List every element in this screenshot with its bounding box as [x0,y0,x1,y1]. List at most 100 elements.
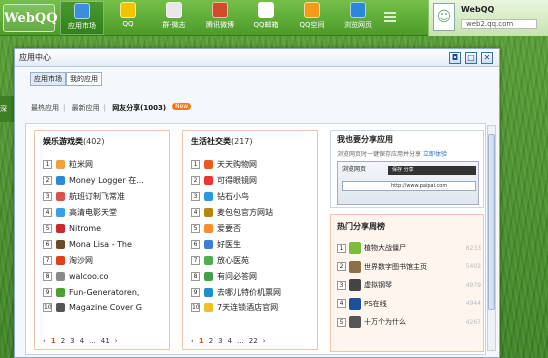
list-item[interactable]: 4 麦包包官方网站 [191,205,315,221]
app-name[interactable]: Mona Lisa - The [69,240,132,249]
list-item[interactable]: 4 高清电影天堂 [43,205,167,221]
app-name[interactable]: 放心医苑 [217,255,249,266]
vertical-scrollbar[interactable] [487,125,496,351]
list-item[interactable]: 1 天天购物网 [191,157,315,173]
app-name[interactable]: 可得眼镜网 [217,175,257,186]
app-name[interactable]: 虚拟钢琴 [364,280,459,290]
page-link[interactable]: 3 [218,337,222,345]
ranking-item[interactable]: 3 虚拟钢琴 4979 [337,276,481,295]
next-page-button[interactable]: › [263,337,266,345]
prev-page-button[interactable]: ‹ [191,337,194,345]
taskbar-item-0[interactable]: 应用市场 [60,1,104,35]
app-icon [350,2,366,18]
taskbar-item-4[interactable]: QQ邮箱 [244,1,288,35]
list-item[interactable]: 8 有问必答网 [191,268,315,284]
page-link[interactable]: 2 [61,337,65,345]
tab-app-market[interactable]: 应用市场 [30,72,66,86]
app-name[interactable]: 钻石小鸟 [217,191,249,202]
subtab-shared[interactable]: 网友分享(1003) [112,104,166,112]
taskbar-item-2[interactable]: 群·微志 [152,1,196,35]
ranking-item[interactable]: 2 世界数字图书馆主页 5402 [337,258,481,277]
list-item[interactable]: 5 爱要否 [191,221,315,237]
webqq-logo[interactable]: WebQQ [3,4,58,32]
app-name[interactable]: 植物大战僵尸 [364,243,459,253]
app-name[interactable]: walcoo.co [69,272,109,281]
app-name[interactable]: Magazine Cover G [69,303,142,312]
close-button[interactable]: ✕ [481,52,493,64]
app-name[interactable]: PS在线 [364,299,459,309]
app-name[interactable]: 爱要否 [217,223,241,234]
tab-my-apps[interactable]: 我的应用 [66,72,102,86]
list-item[interactable]: 6 好医生 [191,236,315,252]
restore-button[interactable]: ◘ [449,52,461,64]
page-link[interactable]: 1 [51,337,56,345]
app-name[interactable]: 世界数字图书馆主页 [364,262,459,272]
list-item[interactable]: 9 去哪儿特价机票网 [191,284,315,300]
rank-number: 10 [191,303,200,313]
app-name[interactable]: 高清电影天堂 [69,207,117,218]
list-item[interactable]: 10 Magazine Cover G [43,300,167,316]
taskbar-item-1[interactable]: QQ [106,1,150,35]
app-icon [349,260,361,273]
app-name[interactable]: 十万个为什么 [364,317,459,327]
page-link[interactable]: 1 [199,337,204,345]
maximize-button[interactable]: □ [465,52,477,64]
app-name[interactable]: 粒米网 [69,159,93,170]
list-item[interactable]: 2 可得眼镜网 [191,173,315,189]
list-item[interactable]: 10 7天连锁酒店官网 [191,300,315,316]
ranking-item[interactable]: 4 PS在线 4944 [337,295,481,314]
next-page-button[interactable]: › [115,337,118,345]
list-item[interactable]: 3 航班订制飞常准 [43,189,167,205]
panel-games: 娱乐游戏类(402) 1 粒米网 2 Money Logger 在... 3 航班订制飞常准… [34,130,170,350]
app-name[interactable]: 麦包包官方网站 [217,207,273,218]
try-now-link[interactable]: 立即体验 [423,151,447,158]
list-item[interactable]: 2 Money Logger 在... [43,173,167,189]
subtab-hot[interactable]: 最热应用 [31,104,59,112]
app-name[interactable]: Nitrome [69,224,101,233]
page-link[interactable]: 41 [101,337,110,345]
pager: ‹ 1 2 3 4... 22 › [191,337,266,345]
app-name[interactable]: Fun-Generatoren, [69,288,139,297]
taskbar-item-3[interactable]: 腾讯微博 [198,1,242,35]
page-link[interactable]: 3 [70,337,74,345]
page-link[interactable]: 22 [249,337,258,345]
taskbar-item-6[interactable]: 浏览网页 [336,1,380,35]
taskbar-item-5[interactable]: QQ空间 [290,1,334,35]
app-icon [349,316,361,329]
tab-bar: 应用市场 我的应用 [30,72,102,86]
app-name[interactable]: Money Logger 在... [69,175,144,186]
page-link[interactable]: 2 [209,337,213,345]
list-item[interactable]: 7 放心医苑 [191,252,315,268]
list-item[interactable]: 8 walcoo.co [43,268,167,284]
scroll-thumb[interactable] [488,134,495,310]
panel-title: 生活社交类(217) [191,137,253,146]
ranking-item[interactable]: 1 植物大战僵尸 8233 [337,239,481,258]
app-name[interactable]: 去哪儿特价机票网 [217,287,281,298]
app-name[interactable]: 天天购物网 [217,159,257,170]
list-item[interactable]: 3 钻石小鸟 [191,189,315,205]
list-item[interactable]: 1 粒米网 [43,157,167,173]
list-item[interactable]: 5 Nitrome [43,221,167,237]
share-count: 4979 [465,281,481,289]
share-count: 4944 [465,300,481,308]
app-name[interactable]: 有问必答网 [217,271,257,282]
list-item[interactable]: 6 Mona Lisa - The [43,236,167,252]
app-name[interactable]: 好医生 [217,239,241,250]
avatar[interactable]: ☺ [433,3,455,31]
app-name[interactable]: 7天连锁酒店官网 [217,302,278,313]
ranking-item[interactable]: 5 十万个为什么 4267 [337,313,481,332]
menu-icon[interactable] [384,12,396,22]
rank-number: 2 [337,262,346,272]
app-name[interactable]: 航班订制飞常准 [69,191,125,202]
list-item[interactable]: 7 淘沙网 [43,252,167,268]
page-link[interactable]: 4 [80,337,84,345]
user-panel[interactable]: ☺ WebQQ web2.qq.com [428,0,548,36]
list-item[interactable]: 9 Fun-Generatoren, [43,284,167,300]
window-title: 应用中心 [15,49,499,67]
subtab-new[interactable]: 最新应用 [72,104,100,112]
page-link[interactable]: 4 [228,337,232,345]
prev-page-button[interactable]: ‹ [43,337,46,345]
app-name[interactable]: 淘沙网 [69,255,93,266]
rank-number: 2 [43,176,52,186]
browser-title: 浏览网页 [342,166,367,173]
